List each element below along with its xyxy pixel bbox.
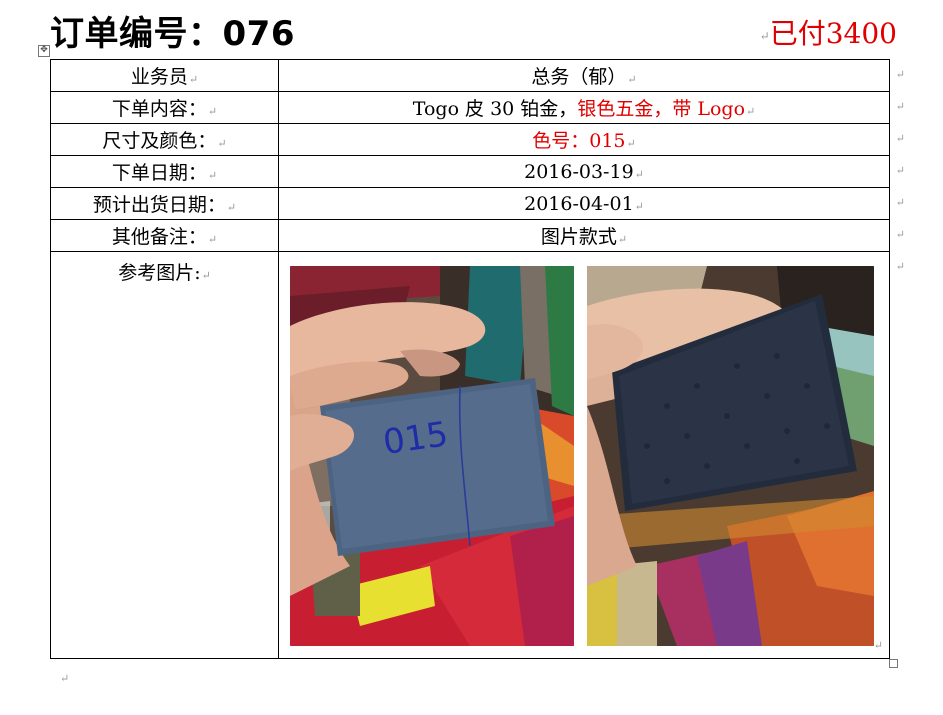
value-order-date[interactable]: 2016-03-19↵ ↵ xyxy=(278,155,905,188)
order-content-part: 银色五金，带 Logo xyxy=(577,98,746,120)
label-order-content: 下单内容：↵ xyxy=(50,91,279,124)
label-size-color: 尺寸及颜色：↵ xyxy=(50,123,279,156)
table-row: 尺寸及颜色：↵ 色号：015↵ ↵ xyxy=(50,123,905,156)
cell-end-mark: ↵ xyxy=(873,639,883,652)
order-number-title: 订单编号：076 xyxy=(50,14,295,54)
table-row: 下单内容：↵ Togo 皮 30 铂金，银色五金，带 Logo↵ ↵ xyxy=(50,91,905,124)
label-notes: 其他备注：↵ xyxy=(50,219,279,252)
table-resize-handle[interactable] xyxy=(889,659,898,668)
label-ship-date: 预计出货日期：↵ xyxy=(50,187,279,220)
paragraph-mark: ↵ xyxy=(60,672,70,685)
table-move-handle-icon[interactable]: ✥ xyxy=(38,45,50,57)
table-row: 其他备注：↵ 图片款式↵ ↵ xyxy=(50,219,905,252)
swatch-photo-1[interactable]: 015 xyxy=(290,266,574,646)
label-reference-images: 参考图片:↵ xyxy=(50,251,279,659)
order-content-part: Togo 皮 30 铂金， xyxy=(412,98,578,120)
order-table: 业务员↵ 总务（郁）↵ ↵ 下单内容：↵ Togo 皮 30 铂金，银色五金，带… xyxy=(50,59,905,659)
value-size-color[interactable]: 色号：015↵ ↵ xyxy=(278,123,905,156)
table-row: 参考图片:↵ ↵ 015 ↵ xyxy=(50,251,905,659)
value-reference-images[interactable]: ↵ 015 ↵ xyxy=(278,251,905,659)
paragraph-mark: ↵ xyxy=(759,28,770,43)
value-salesperson[interactable]: 总务（郁）↵ ↵ xyxy=(278,59,905,92)
table-row: 业务员↵ 总务（郁）↵ ↵ xyxy=(50,59,905,92)
label-salesperson: 业务员↵ xyxy=(50,59,279,92)
table-row: 预计出货日期：↵ 2016-04-01↵ ↵ xyxy=(50,187,905,220)
table-row: 下单日期：↵ 2016-03-19↵ ↵ xyxy=(50,155,905,188)
label-order-date: 下单日期：↵ xyxy=(50,155,279,188)
paid-amount: ↵已付3400 xyxy=(759,12,897,52)
value-order-content[interactable]: Togo 皮 30 铂金，银色五金，带 Logo↵ ↵ xyxy=(278,91,905,124)
row-end-mark: ↵ xyxy=(895,68,905,81)
paid-amount-text: 已付3400 xyxy=(769,17,897,50)
value-ship-date[interactable]: 2016-04-01↵ ↵ xyxy=(278,187,905,220)
value-notes[interactable]: 图片款式↵ ↵ xyxy=(278,219,905,252)
swatch-photo-2[interactable] xyxy=(587,266,874,646)
